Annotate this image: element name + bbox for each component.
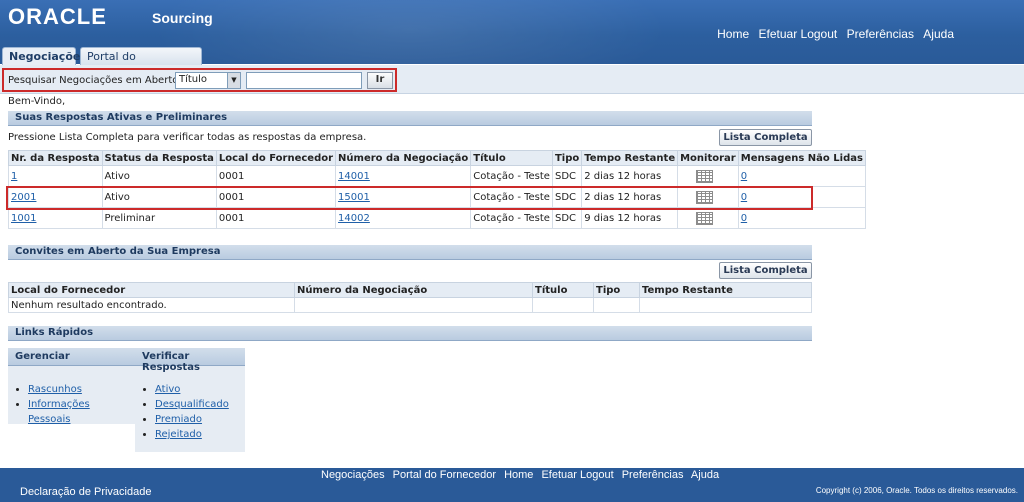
manage-links-box: Gerenciar Rascunhos Informações Pessoais bbox=[8, 348, 135, 427]
footer-link-logout[interactable]: Efetuar Logout bbox=[541, 469, 613, 481]
status-cell: Preliminar bbox=[101, 207, 217, 229]
col-header-monitor: Monitorar bbox=[677, 150, 739, 166]
oracle-logo: ORACLE bbox=[8, 4, 107, 29]
monitor-icon[interactable] bbox=[696, 169, 714, 183]
list-item: Premiado bbox=[155, 412, 245, 427]
invitations-full-list-button[interactable]: Lista Completa bbox=[719, 262, 812, 279]
link-premiado[interactable]: Premiado bbox=[155, 414, 202, 425]
quick-links-section-header: Links Rápidos bbox=[8, 326, 812, 341]
search-label: Pesquisar Negociações em Aberto bbox=[8, 75, 179, 86]
responses-section-header: Suas Respostas Ativas e Preliminares bbox=[8, 111, 812, 126]
site-cell: 0001 bbox=[215, 165, 337, 187]
time-remaining-cell: 2 dias 12 horas bbox=[581, 165, 679, 187]
check-responses-list: Ativo Desqualificado Premiado Rejeitado bbox=[135, 382, 245, 442]
col-header-time-remaining[interactable]: Tempo Restante bbox=[639, 282, 812, 298]
manage-links-title: Gerenciar bbox=[8, 348, 135, 366]
col-header-time-remaining[interactable]: Tempo Restante bbox=[581, 150, 679, 166]
list-item: Rejeitado bbox=[155, 427, 245, 442]
empty-result-cell: Nenhum resultado encontrado. bbox=[8, 297, 295, 313]
footer-link-portal[interactable]: Portal do Fornecedor bbox=[393, 469, 496, 481]
col-header-unread-messages: Mensagens Não Lidas bbox=[737, 150, 866, 166]
col-header-type[interactable]: Tipo bbox=[593, 282, 640, 298]
col-header-response-number[interactable]: Nr. da Resposta bbox=[8, 150, 103, 166]
list-item: Informações Pessoais bbox=[28, 397, 135, 427]
list-item: Desqualificado bbox=[155, 397, 245, 412]
type-cell: SDC bbox=[551, 207, 583, 229]
responses-header-row: Nr. da Resposta Status da Resposta Local… bbox=[8, 150, 866, 166]
col-header-title[interactable]: Título bbox=[470, 150, 553, 166]
header-swoosh bbox=[150, 0, 670, 64]
tab-negociacoes[interactable]: Negociações bbox=[2, 47, 87, 65]
list-item: Rascunhos bbox=[28, 382, 135, 397]
unread-messages-link[interactable]: 0 bbox=[741, 171, 747, 182]
global-link-preferences[interactable]: Preferências bbox=[847, 27, 914, 41]
privacy-link[interactable]: Declaração de Privacidade bbox=[20, 486, 151, 498]
global-link-home[interactable]: Home bbox=[717, 27, 749, 41]
invitations-header-row: Local do Fornecedor Número da Negociação… bbox=[8, 282, 812, 298]
link-desqualificado[interactable]: Desqualificado bbox=[155, 399, 229, 410]
invitations-table: Local do Fornecedor Número da Negociação… bbox=[8, 282, 812, 313]
col-header-supplier-site[interactable]: Local do Fornecedor bbox=[215, 150, 337, 166]
responses-instruction: Pressione Lista Completa para verificar … bbox=[8, 132, 367, 143]
manage-links-list: Rascunhos Informações Pessoais bbox=[8, 382, 135, 427]
time-remaining-cell: 9 dias 12 horas bbox=[581, 207, 679, 229]
link-informacoes-pessoais[interactable]: Informações Pessoais bbox=[28, 399, 90, 425]
link-ativo[interactable]: Ativo bbox=[155, 384, 180, 395]
app-name: Sourcing bbox=[152, 10, 213, 26]
search-bar: Pesquisar Negociações em Aberto Título ▼… bbox=[0, 65, 1024, 94]
footer-link-negociacoes[interactable]: Negociações bbox=[321, 469, 385, 481]
footer-links: Negociações Portal do Fornecedor Home Ef… bbox=[321, 469, 724, 481]
unread-messages-link[interactable]: 0 bbox=[741, 213, 747, 224]
link-rascunhos[interactable]: Rascunhos bbox=[28, 384, 82, 395]
global-link-logout[interactable]: Efetuar Logout bbox=[759, 27, 838, 41]
check-responses-title: Verificar Respostas bbox=[135, 348, 245, 373]
negotiation-link[interactable]: 14001 bbox=[338, 171, 370, 182]
col-header-status[interactable]: Status da Resposta bbox=[101, 150, 217, 166]
row-highlight-box bbox=[6, 186, 813, 210]
response-link[interactable]: 1001 bbox=[11, 213, 36, 224]
search-highlight-box: Pesquisar Negociações em Aberto Título ▼… bbox=[2, 68, 397, 92]
title-cell: Cotação - Teste bbox=[470, 165, 553, 187]
check-responses-box: Verificar Respostas Ativo Desqualificado… bbox=[135, 348, 245, 452]
search-field-select[interactable]: Título ▼ bbox=[175, 72, 241, 89]
site-cell: 0001 bbox=[215, 207, 337, 229]
table-row: 1001 Preliminar 0001 14002 Cotação - Tes… bbox=[8, 207, 866, 229]
title-cell: Cotação - Teste bbox=[470, 207, 553, 229]
list-item: Ativo bbox=[155, 382, 245, 397]
col-header-negotiation-number[interactable]: Número da Negociação bbox=[335, 150, 472, 166]
footer-link-help[interactable]: Ajuda bbox=[691, 469, 719, 481]
search-input[interactable] bbox=[246, 72, 362, 89]
monitor-icon[interactable] bbox=[696, 211, 714, 225]
col-header-negotiation-number[interactable]: Número da Negociação bbox=[294, 282, 533, 298]
dropdown-arrow-icon[interactable]: ▼ bbox=[227, 73, 240, 88]
col-header-supplier-site[interactable]: Local do Fornecedor bbox=[8, 282, 295, 298]
negotiation-link[interactable]: 14002 bbox=[338, 213, 370, 224]
invitations-section-header: Convites em Aberto da Sua Empresa bbox=[8, 245, 812, 260]
link-rejeitado[interactable]: Rejeitado bbox=[155, 429, 202, 440]
col-header-type[interactable]: Tipo bbox=[551, 150, 583, 166]
search-go-button[interactable]: Ir bbox=[367, 72, 393, 89]
footer: Negociações Portal do Fornecedor Home Ef… bbox=[0, 468, 1024, 502]
footer-link-home[interactable]: Home bbox=[504, 469, 533, 481]
status-cell: Ativo bbox=[101, 165, 217, 187]
global-links: Home Efetuar Logout Preferências Ajuda bbox=[711, 27, 954, 41]
copyright-text: Copyright (c) 2006, Oracle. Todos os dir… bbox=[815, 486, 1018, 495]
tab-portal-fornecedor[interactable]: Portal do Fornecedor bbox=[80, 47, 202, 76]
footer-link-preferences[interactable]: Preferências bbox=[622, 469, 684, 481]
col-header-title[interactable]: Título bbox=[532, 282, 594, 298]
welcome-text: Bem-Vindo, bbox=[8, 96, 66, 107]
table-row: 1 Ativo 0001 14001 Cotação - Teste SDC 2… bbox=[8, 165, 866, 187]
table-row: Nenhum resultado encontrado. bbox=[8, 297, 812, 313]
response-link[interactable]: 1 bbox=[11, 171, 17, 182]
type-cell: SDC bbox=[551, 165, 583, 187]
search-select-value: Título bbox=[179, 74, 208, 85]
responses-full-list-button[interactable]: Lista Completa bbox=[719, 129, 812, 146]
global-link-help[interactable]: Ajuda bbox=[923, 27, 954, 41]
